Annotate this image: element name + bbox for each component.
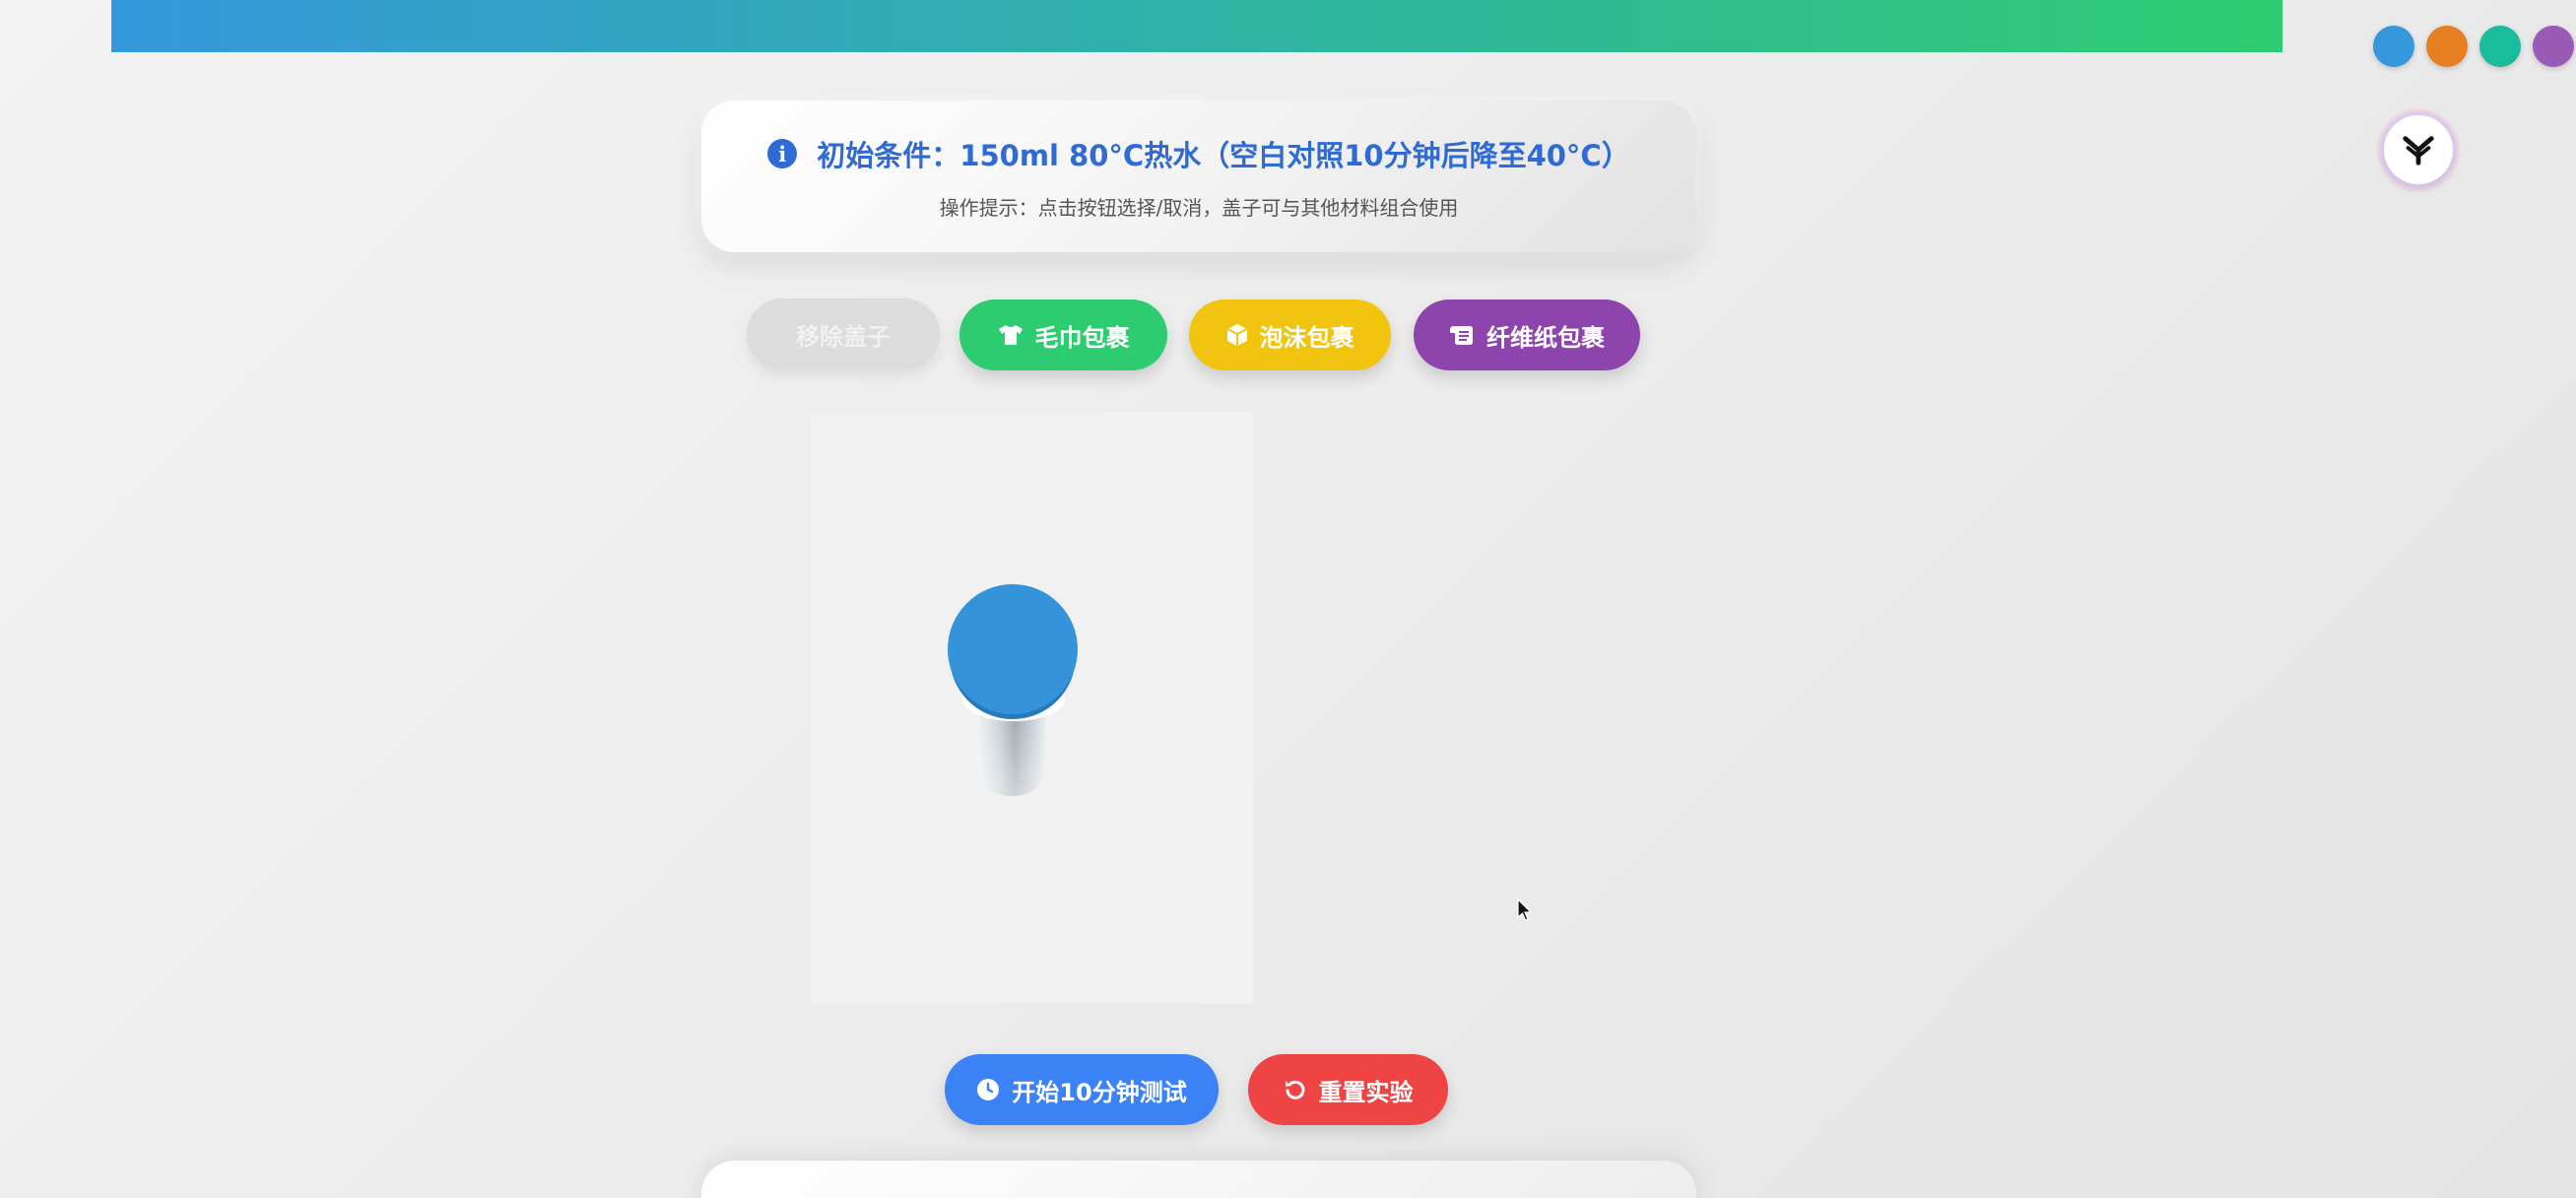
theme-swatch-orange[interactable] bbox=[2426, 26, 2468, 67]
mouse-pointer-icon bbox=[1517, 898, 1533, 921]
foam-wrap-label: 泡沫包裹 bbox=[1259, 323, 1354, 352]
clock-icon bbox=[976, 1078, 1000, 1101]
assistant-widget-button[interactable] bbox=[2384, 115, 2453, 184]
towel-wrap-label: 毛巾包裹 bbox=[1034, 323, 1130, 352]
remove-lid-button[interactable]: 移除盖子 bbox=[747, 299, 940, 369]
scroll-icon bbox=[1449, 324, 1475, 346]
start-test-label: 开始10分钟测试 bbox=[1012, 1078, 1187, 1106]
start-test-button[interactable]: 开始10分钟测试 bbox=[945, 1054, 1219, 1125]
reset-experiment-label: 重置实验 bbox=[1318, 1078, 1414, 1106]
results-card bbox=[701, 1161, 1696, 1198]
thermos-bottle bbox=[948, 584, 1078, 796]
towel-wrap-button[interactable]: 毛巾包裹 bbox=[959, 300, 1167, 370]
remove-lid-label: 移除盖子 bbox=[796, 322, 891, 351]
operation-hint: 操作提示：点击按钮选择/取消，盖子可与其他材料组合使用 bbox=[939, 196, 1459, 220]
undo-icon bbox=[1284, 1078, 1307, 1101]
initial-conditions-text: 初始条件：150ml 80°C热水（空白对照10分钟后降至40°C） bbox=[817, 139, 1630, 172]
thermos-3d-viewport[interactable] bbox=[810, 412, 1253, 1003]
foam-wrap-button[interactable]: 泡沫包裹 bbox=[1189, 300, 1391, 370]
theme-swatch-teal[interactable] bbox=[2479, 26, 2521, 67]
initial-conditions-title: i 初始条件：150ml 80°C热水（空白对照10分钟后降至40°C） bbox=[701, 133, 1696, 174]
theme-swatch-purple[interactable] bbox=[2533, 26, 2574, 67]
initial-conditions-card: i 初始条件：150ml 80°C热水（空白对照10分钟后降至40°C） 操作提… bbox=[701, 100, 1696, 252]
tshirt-icon bbox=[998, 324, 1024, 346]
fiber-paper-wrap-button[interactable]: 纤维纸包裹 bbox=[1414, 300, 1640, 370]
header-gradient-bar bbox=[111, 0, 2282, 52]
reset-experiment-button[interactable]: 重置实验 bbox=[1248, 1054, 1448, 1125]
assistant-logo-icon bbox=[2403, 136, 2434, 166]
fiber-paper-wrap-label: 纤维纸包裹 bbox=[1486, 323, 1605, 352]
info-circle-icon: i bbox=[767, 139, 798, 168]
theme-swatch-blue[interactable] bbox=[2373, 26, 2414, 67]
cube-icon bbox=[1226, 323, 1248, 347]
